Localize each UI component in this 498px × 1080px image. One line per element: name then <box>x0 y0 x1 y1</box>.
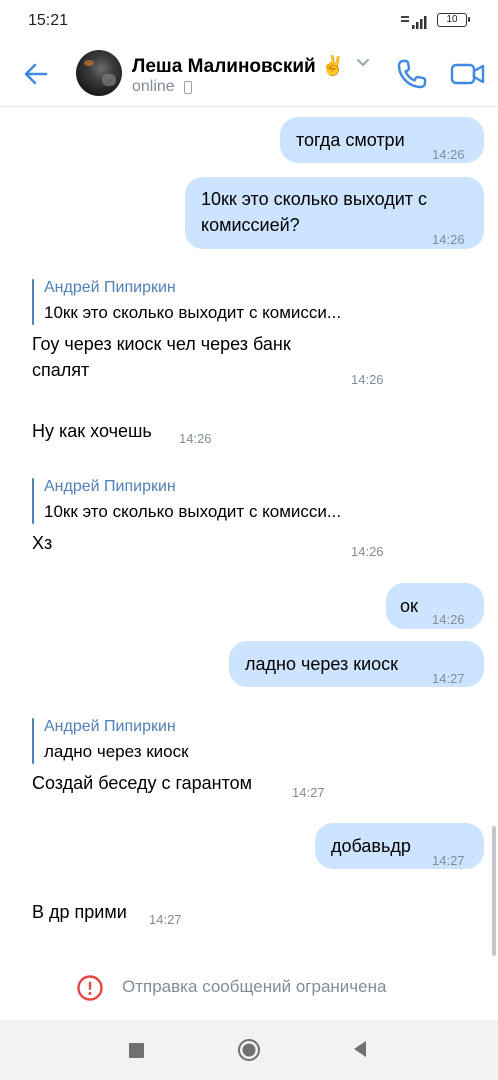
exclamation-circle-icon <box>77 975 103 1001</box>
back-arrow-icon[interactable] <box>20 58 52 90</box>
message-text-line2: комиссией? <box>201 215 300 235</box>
incoming-message[interactable]: В др прими 14:27 <box>0 897 498 929</box>
reply-text: ладно через киоск <box>44 742 189 761</box>
message-time: 14:26 <box>351 372 384 387</box>
message-time: 14:26 <box>432 612 465 627</box>
home-circle-icon[interactable] <box>237 1038 261 1062</box>
scrollbar[interactable] <box>492 826 496 956</box>
reply-author: Андрей Пипиркин <box>44 718 176 735</box>
message-time: 14:27 <box>432 671 465 686</box>
avatar[interactable] <box>76 50 122 96</box>
back-triangle-icon[interactable] <box>352 1040 368 1058</box>
message-time: 14:26 <box>351 544 384 559</box>
reply-author: Андрей Пипиркин <box>44 478 176 495</box>
outgoing-message[interactable]: тогда смотри 14:26 <box>280 117 484 163</box>
message-text: В др прими <box>32 902 127 922</box>
reply-author: Андрей Пипиркин <box>44 279 176 296</box>
contact-name[interactable]: Леша Малиновский ✌️ <box>132 54 345 78</box>
outgoing-message[interactable]: ладно через киоск 14:27 <box>229 641 484 687</box>
outgoing-message[interactable]: добавьдр 14:27 <box>315 823 484 869</box>
contact-status: online <box>132 78 175 95</box>
messaging-restricted-bar: Отправка сообщений ограничена <box>0 960 498 1016</box>
incoming-message[interactable]: Андрей Пипиркин 10кк это сколько выходит… <box>0 275 498 390</box>
message-text: Хз <box>32 533 53 553</box>
message-time: 14:27 <box>432 853 465 868</box>
reply-quote-bar <box>32 718 34 764</box>
outgoing-message[interactable]: 10кк это сколько выходит с комиссией? 14… <box>185 177 484 249</box>
reply-text: 10кк это сколько выходит с комисси... <box>44 502 342 521</box>
message-text: Ну как хочешь <box>32 421 152 441</box>
message-time: 14:26 <box>432 232 465 247</box>
message-time: 14:27 <box>149 912 182 927</box>
status-bar: 15:21 10 <box>0 0 498 44</box>
system-nav-bar <box>0 1020 498 1080</box>
phone-icon[interactable] <box>394 56 430 92</box>
message-text-line1: 10кк это сколько выходит с <box>201 189 427 209</box>
reply-quote-bar <box>32 279 34 325</box>
message-text: ок <box>400 596 418 616</box>
incoming-message[interactable]: Андрей Пипиркин 10кк это сколько выходит… <box>0 474 498 564</box>
chevron-down-icon[interactable] <box>356 58 370 68</box>
message-text: ладно через киоск <box>245 654 399 674</box>
video-camera-icon[interactable] <box>448 56 488 92</box>
reply-quote-bar <box>32 478 34 524</box>
message-text-line2: спалят <box>32 360 90 380</box>
incoming-message[interactable]: Ну как хочешь 14:26 <box>0 416 498 448</box>
reply-text: 10кк это сколько выходит с комисси... <box>44 303 342 322</box>
message-time: 14:27 <box>292 785 325 800</box>
message-time: 14:26 <box>179 431 212 446</box>
message-text: Создай беседу с гарантом <box>32 773 253 793</box>
message-text-line1: Гоу через киоск чел через банк <box>32 334 291 354</box>
message-text: добавьдр <box>331 836 411 856</box>
incoming-message[interactable]: Андрей Пипиркин ладно через киоск Создай… <box>0 714 498 804</box>
battery-icon: 10 <box>437 13 470 27</box>
recents-square-icon[interactable] <box>129 1043 144 1058</box>
message-text: тогда смотри <box>296 130 405 150</box>
mobile-device-icon <box>184 81 192 94</box>
restricted-message: Отправка сообщений ограничена <box>122 977 387 996</box>
signal-icon <box>401 16 427 29</box>
chat-header: Леша Малиновский ✌️ online <box>0 44 498 107</box>
outgoing-message[interactable]: ок 14:26 <box>386 583 484 629</box>
status-time: 15:21 <box>28 12 69 29</box>
message-time: 14:26 <box>432 147 465 162</box>
